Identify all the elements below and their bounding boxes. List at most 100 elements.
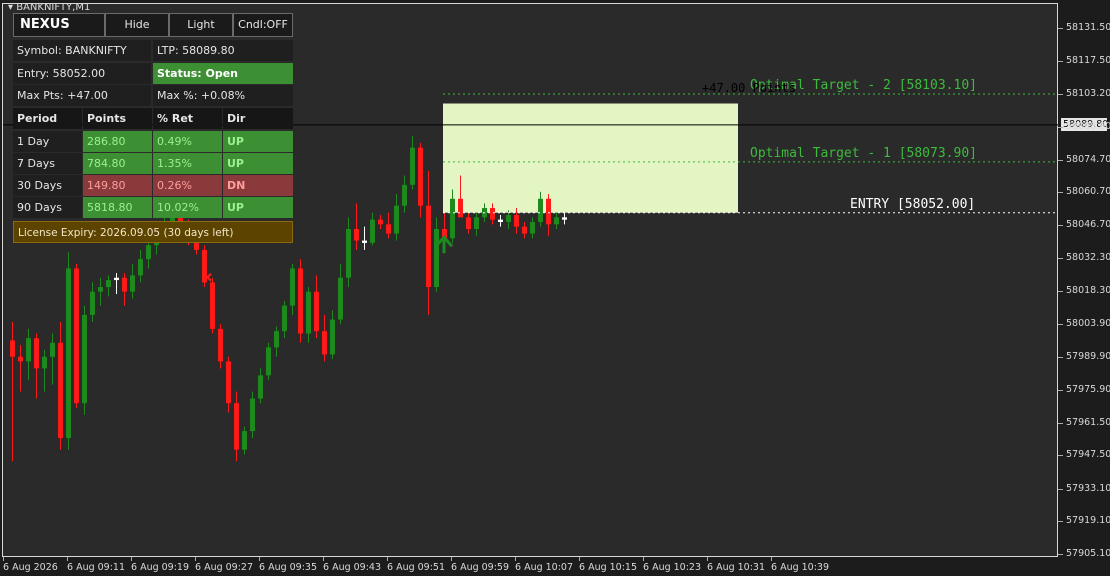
candle-body xyxy=(138,259,143,276)
candle xyxy=(58,321,63,450)
row-period: 1 Day xyxy=(13,131,82,152)
candle-body xyxy=(90,291,95,315)
candle xyxy=(234,391,239,462)
candle-body xyxy=(122,277,127,292)
x-tick xyxy=(643,557,644,561)
candle-body xyxy=(74,268,79,404)
candle-body xyxy=(426,205,431,288)
row-return: 1.35% xyxy=(153,153,222,174)
candle xyxy=(146,240,151,269)
y-tick-label: 58003.90 xyxy=(1066,318,1110,330)
candle xyxy=(210,277,215,334)
y-tick-label: 58088.80 xyxy=(1066,121,1110,133)
x-tick xyxy=(131,557,132,561)
x-tick-label: 6 Aug 10:39 xyxy=(771,562,830,573)
optimal-target-1-label: Optimal Target - 1 [58073.90] xyxy=(750,146,977,161)
candle xyxy=(378,215,383,229)
y-tick-label: 57919.10 xyxy=(1066,515,1110,527)
row-period: 30 Days xyxy=(13,175,82,196)
y-tick xyxy=(1058,159,1063,161)
candle-body xyxy=(66,268,71,439)
candle-body xyxy=(282,305,287,332)
y-tick-label: 58117.50 xyxy=(1066,54,1110,66)
x-tick xyxy=(387,557,388,561)
hide-button[interactable]: Hide xyxy=(105,13,169,37)
license-expiry: License Expiry: 2026.09.05 (30 days left… xyxy=(13,221,293,243)
candle xyxy=(114,273,119,295)
candle xyxy=(426,170,431,315)
candle xyxy=(18,345,23,392)
candle-body xyxy=(378,219,383,225)
y-tick-label: 57933.10 xyxy=(1066,482,1110,494)
light-button[interactable]: Light xyxy=(169,13,233,37)
x-tick-label: 6 Aug 10:15 xyxy=(579,562,638,573)
candle xyxy=(322,314,327,362)
candle xyxy=(282,300,287,339)
candle-body xyxy=(514,215,519,227)
candle-body xyxy=(338,277,343,320)
x-tick xyxy=(67,557,68,561)
candle-body xyxy=(298,268,303,334)
x-tick xyxy=(515,557,516,561)
ltp-field: LTP: 58089.80 xyxy=(153,40,293,61)
y-tick xyxy=(1058,291,1063,292)
x-tick-label: 6 Aug 09:43 xyxy=(323,562,382,573)
candle xyxy=(546,194,551,236)
candle-body xyxy=(306,291,311,334)
candle-body xyxy=(362,240,367,243)
candle-body xyxy=(234,403,239,450)
candle xyxy=(314,275,319,339)
candle-body xyxy=(330,319,335,355)
candle-body xyxy=(58,342,63,439)
brand-label: NEXUS xyxy=(13,13,105,37)
max-points-label: +47.00 Points xyxy=(702,81,796,95)
y-tick xyxy=(1058,521,1063,523)
candle xyxy=(330,310,335,360)
candle-body xyxy=(538,198,543,222)
x-tick-label: 6 Aug 10:31 xyxy=(707,562,766,573)
candle xyxy=(82,305,87,415)
candle xyxy=(42,349,47,392)
x-tick-label: 6 Aug 10:07 xyxy=(515,562,574,573)
y-tick-label: 58032.30 xyxy=(1066,252,1110,264)
candle-body xyxy=(98,287,103,292)
candle xyxy=(226,356,231,413)
y-tick xyxy=(1058,554,1063,555)
y-tick xyxy=(1058,60,1063,62)
candle xyxy=(402,175,407,213)
row-return: 0.49% xyxy=(153,131,222,152)
candle-body xyxy=(226,361,231,404)
candle xyxy=(530,217,535,239)
candle xyxy=(554,212,559,229)
row-points: 5818.80 xyxy=(83,197,152,218)
x-tick xyxy=(451,557,452,561)
candle xyxy=(218,324,223,369)
candle xyxy=(298,259,303,343)
candle-body xyxy=(394,205,399,234)
candle-body xyxy=(370,219,375,243)
candle-body xyxy=(346,228,351,278)
candle-body xyxy=(130,275,135,292)
row-return: 0.26% xyxy=(153,175,222,196)
x-tick-label: 6 Aug 10:23 xyxy=(643,562,702,573)
candle-body xyxy=(490,208,495,220)
candle xyxy=(90,282,95,322)
candle xyxy=(66,252,71,450)
y-tick-label: 58018.30 xyxy=(1066,285,1110,296)
x-tick xyxy=(707,557,708,561)
cndl-toggle-button[interactable]: Cndl:OFF xyxy=(233,13,293,37)
candle-body xyxy=(402,184,407,206)
candle-body xyxy=(554,217,559,225)
x-tick-label: 6 Aug 09:27 xyxy=(195,562,254,573)
candle-body xyxy=(42,356,47,369)
y-tick xyxy=(1058,258,1063,260)
candle xyxy=(418,143,423,218)
candle xyxy=(98,277,103,306)
x-tick xyxy=(195,557,196,561)
candle xyxy=(10,321,15,462)
candle-body xyxy=(250,398,255,432)
candle-body xyxy=(562,217,567,220)
x-tick xyxy=(259,557,260,561)
x-tick xyxy=(323,557,324,561)
candle-body xyxy=(314,291,319,332)
